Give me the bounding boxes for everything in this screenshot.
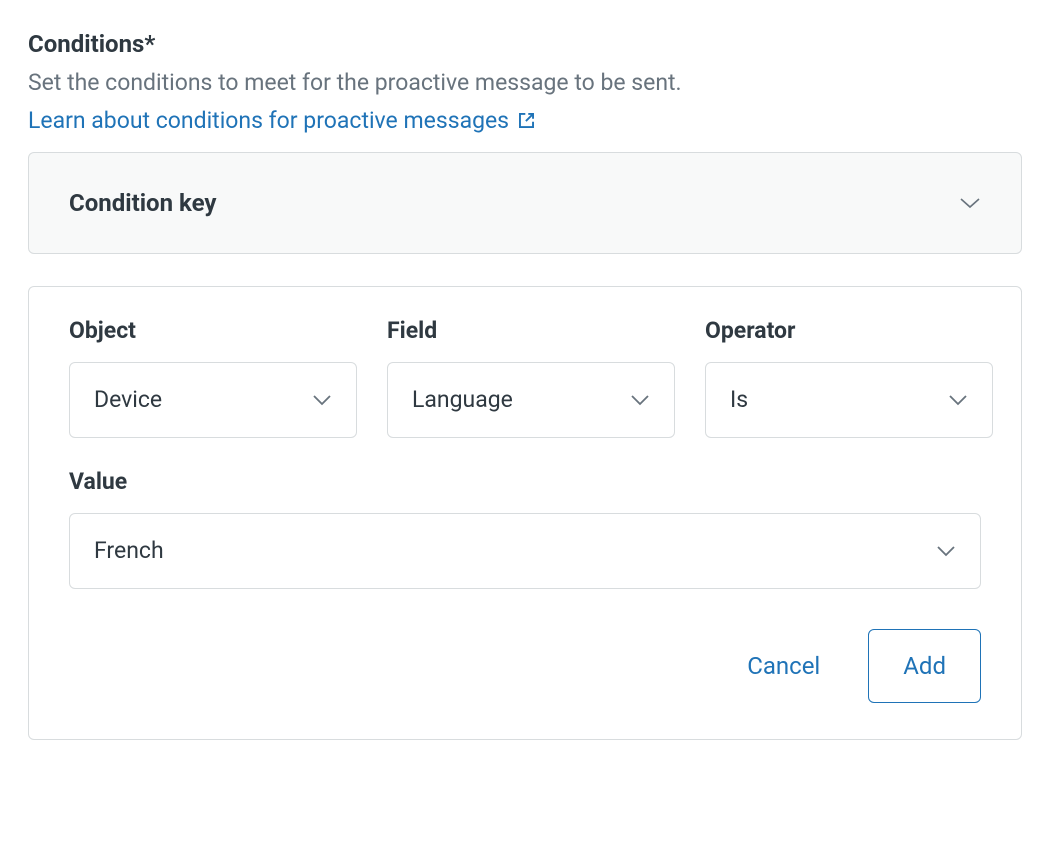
cancel-button[interactable]: Cancel	[747, 652, 820, 680]
section-title: Conditions*	[28, 30, 1022, 58]
field-label: Field	[387, 317, 675, 344]
form-actions: Cancel Add	[69, 629, 981, 703]
condition-key-title: Condition key	[69, 189, 216, 217]
condition-row: Object Device Field Language	[69, 317, 981, 438]
conditions-section: Conditions* Set the conditions to meet f…	[28, 30, 1022, 740]
operator-value: Is	[730, 386, 748, 413]
field-field-group: Field Language	[387, 317, 675, 438]
operator-field-group: Operator Is	[705, 317, 993, 438]
chevron-down-icon	[312, 394, 332, 406]
add-button[interactable]: Add	[868, 629, 981, 703]
operator-label: Operator	[705, 317, 993, 344]
chevron-down-icon	[959, 196, 981, 210]
field-value: Language	[412, 386, 513, 413]
learn-link-text: Learn about conditions for proactive mes…	[28, 107, 509, 134]
value-field-group: Value French	[69, 468, 981, 589]
learn-conditions-link[interactable]: Learn about conditions for proactive mes…	[28, 107, 536, 134]
chevron-down-icon	[936, 545, 956, 557]
operator-select[interactable]: Is	[705, 362, 993, 438]
value-value: French	[94, 537, 164, 564]
object-label: Object	[69, 317, 357, 344]
value-select[interactable]: French	[69, 513, 981, 589]
chevron-down-icon	[630, 394, 650, 406]
condition-form-panel: Object Device Field Language	[28, 286, 1022, 740]
value-label: Value	[69, 468, 981, 495]
external-link-icon	[517, 111, 536, 130]
section-description: Set the conditions to meet for the proac…	[28, 66, 1022, 101]
object-value: Device	[94, 386, 162, 413]
condition-key-panel[interactable]: Condition key	[28, 152, 1022, 254]
object-select[interactable]: Device	[69, 362, 357, 438]
field-select[interactable]: Language	[387, 362, 675, 438]
object-field-group: Object Device	[69, 317, 357, 438]
chevron-down-icon	[948, 394, 968, 406]
